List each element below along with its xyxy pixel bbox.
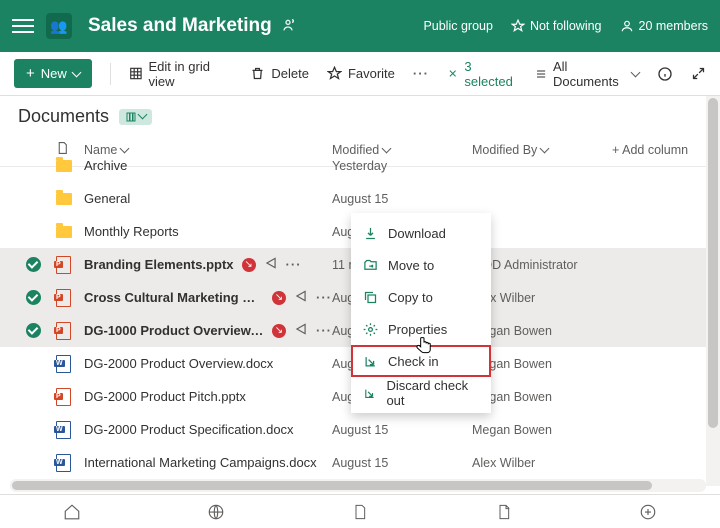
members-button[interactable]: 20 members bbox=[620, 19, 708, 33]
file-name[interactable]: DG-1000 Product Overview.p... bbox=[84, 323, 264, 338]
nav-page-icon[interactable] bbox=[340, 503, 380, 521]
group-type-label: Public group bbox=[423, 19, 493, 33]
cm-copy-to[interactable]: Copy to bbox=[351, 281, 491, 313]
powerpoint-icon bbox=[56, 388, 71, 406]
word-icon bbox=[56, 355, 71, 373]
info-button[interactable] bbox=[657, 66, 673, 82]
site-header: 👥 Sales and Marketing Public group Not f… bbox=[0, 0, 720, 52]
modified-by-cell: Alex Wilber bbox=[472, 456, 612, 470]
word-icon bbox=[56, 454, 71, 472]
check-icon[interactable] bbox=[26, 323, 41, 338]
follow-button[interactable]: Not following bbox=[511, 19, 602, 33]
file-name[interactable]: DG-2000 Product Overview.docx bbox=[84, 356, 273, 371]
word-icon bbox=[56, 421, 71, 439]
nav-add-icon[interactable] bbox=[628, 503, 668, 521]
cm-discard-check-out[interactable]: Discard check out bbox=[351, 377, 491, 409]
nav-home-icon[interactable] bbox=[52, 503, 92, 521]
share-icon[interactable] bbox=[294, 322, 308, 339]
view-pill[interactable] bbox=[119, 109, 152, 125]
share-icon[interactable] bbox=[294, 289, 308, 306]
file-name[interactable]: Archive bbox=[84, 158, 127, 173]
file-name[interactable]: DG-2000 Product Specification.docx bbox=[84, 422, 294, 437]
file-name[interactable]: General bbox=[84, 191, 130, 206]
file-row[interactable]: International Marketing Campaigns.docx Au… bbox=[0, 446, 720, 479]
edit-grid-button[interactable]: Edit in grid view bbox=[129, 59, 233, 89]
selection-count[interactable]: 3 selected bbox=[447, 59, 517, 89]
new-button[interactable]: + New bbox=[14, 59, 92, 88]
cm-move-to[interactable]: Move to bbox=[351, 249, 491, 281]
site-title: Sales and Marketing bbox=[88, 15, 272, 37]
checked-out-icon: ↘ bbox=[272, 324, 286, 338]
nav-file-icon[interactable] bbox=[484, 503, 524, 521]
powerpoint-icon bbox=[56, 289, 71, 307]
file-name[interactable]: Monthly Reports bbox=[84, 224, 179, 239]
overflow-button[interactable]: ··· bbox=[413, 66, 429, 81]
add-column-button[interactable]: + Add column bbox=[612, 143, 720, 157]
file-list: Name Modified Modified By + Add column A… bbox=[0, 133, 720, 528]
modified-by-cell: MOD Administrator bbox=[472, 258, 612, 272]
file-name[interactable]: Cross Cultural Marketing Ca... bbox=[84, 290, 264, 305]
nav-globe-icon[interactable] bbox=[196, 503, 236, 521]
check-icon[interactable] bbox=[26, 290, 41, 305]
horizontal-scrollbar[interactable] bbox=[10, 479, 706, 492]
favorite-button[interactable]: Favorite bbox=[327, 66, 395, 81]
file-name[interactable]: International Marketing Campaigns.docx bbox=[84, 455, 317, 470]
modified-by-cell: Megan Bowen bbox=[472, 423, 612, 437]
modified-cell: August 15 bbox=[332, 423, 472, 437]
hamburger-icon[interactable] bbox=[12, 15, 34, 37]
modified-cell: August 15 bbox=[332, 456, 472, 470]
command-bar: + New Edit in grid view Delete Favorite … bbox=[0, 52, 720, 96]
file-row[interactable]: General August 15 bbox=[0, 182, 720, 215]
expand-button[interactable] bbox=[691, 66, 706, 81]
cursor-icon bbox=[414, 335, 434, 362]
cm-download[interactable]: Download bbox=[351, 217, 491, 249]
context-menu: Download Move to Copy to Properties Chec… bbox=[351, 213, 491, 413]
powerpoint-icon bbox=[56, 322, 71, 340]
file-name[interactable]: Branding Elements.pptx bbox=[84, 257, 234, 272]
row-overflow-icon[interactable]: ··· bbox=[316, 290, 332, 305]
powerpoint-icon bbox=[56, 256, 71, 274]
file-row[interactable]: DG-2000 Product Specification.docx August… bbox=[0, 413, 720, 446]
teams-icon[interactable] bbox=[282, 17, 298, 36]
modified-cell: August 15 bbox=[332, 192, 472, 206]
view-switcher[interactable]: All Documents bbox=[535, 59, 639, 89]
delete-button[interactable]: Delete bbox=[250, 66, 309, 81]
share-icon[interactable] bbox=[264, 256, 278, 273]
checked-out-icon: ↘ bbox=[242, 258, 256, 272]
file-name[interactable]: DG-2000 Product Pitch.pptx bbox=[84, 389, 246, 404]
modified-by-cell: Megan Bowen bbox=[472, 357, 612, 371]
check-icon[interactable] bbox=[26, 257, 41, 272]
modified-by-cell: Megan Bowen bbox=[472, 324, 612, 338]
modified-by-cell: Megan Bowen bbox=[472, 390, 612, 404]
modified-by-column-header[interactable]: Modified By bbox=[472, 143, 612, 157]
bottom-nav bbox=[0, 494, 720, 528]
library-header: Documents bbox=[0, 96, 720, 133]
folder-icon bbox=[56, 193, 72, 205]
modified-by-cell: Alex Wilber bbox=[472, 291, 612, 305]
name-column-header[interactable]: Name bbox=[84, 143, 332, 157]
site-logo[interactable]: 👥 bbox=[46, 13, 72, 39]
divider bbox=[110, 63, 111, 85]
checked-out-icon: ↘ bbox=[272, 291, 286, 305]
folder-icon bbox=[56, 160, 72, 172]
modified-column-header[interactable]: Modified bbox=[332, 143, 472, 157]
row-overflow-icon[interactable]: ··· bbox=[316, 323, 332, 338]
row-overflow-icon[interactable]: ··· bbox=[286, 257, 302, 272]
folder-icon bbox=[56, 226, 72, 238]
library-title: Documents bbox=[18, 106, 109, 127]
modified-cell: Yesterday bbox=[332, 159, 472, 173]
vertical-scrollbar[interactable] bbox=[706, 96, 720, 486]
